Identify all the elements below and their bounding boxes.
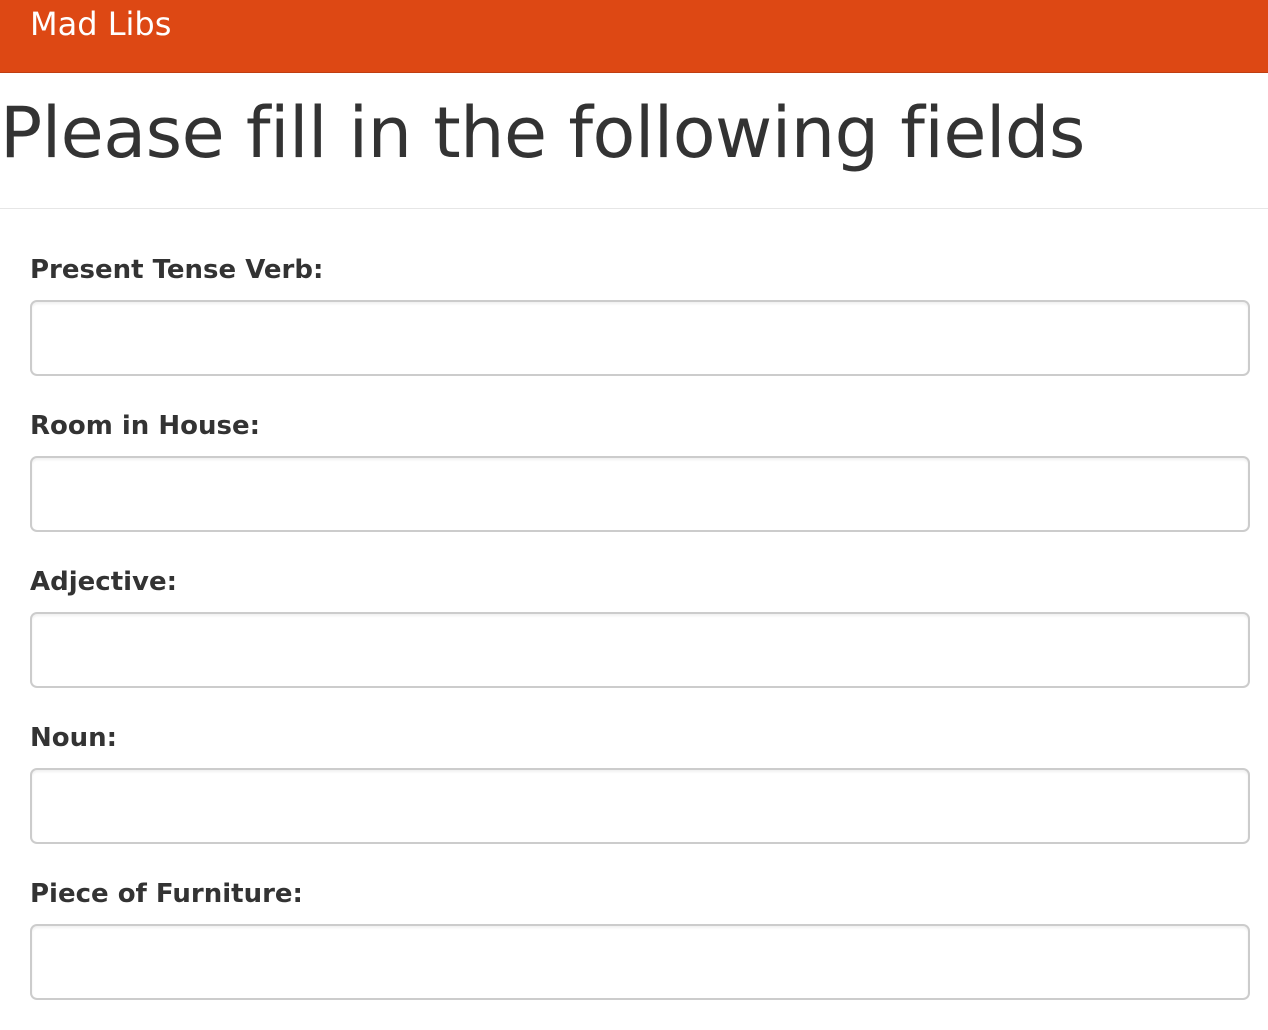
- present-tense-verb-label: Present Tense Verb:: [30, 255, 324, 285]
- noun-input[interactable]: [30, 768, 1250, 844]
- mad-libs-form: Present Tense Verb: Room in House: Adjec…: [30, 250, 1250, 1030]
- piece-of-furniture-label: Piece of Furniture:: [30, 879, 303, 909]
- adjective-input[interactable]: [30, 612, 1250, 688]
- form-group-piece-of-furniture: Piece of Furniture:: [30, 874, 1250, 1030]
- page-title: Please fill in the following fields: [0, 92, 1085, 174]
- room-in-house-label: Room in House:: [30, 411, 261, 441]
- brand-link[interactable]: Mad Libs: [30, 4, 171, 44]
- present-tense-verb-input[interactable]: [30, 300, 1250, 376]
- page-header: Please fill in the following fields: [0, 73, 1268, 209]
- form-group-room-in-house: Room in House:: [30, 406, 1250, 562]
- piece-of-furniture-input[interactable]: [30, 924, 1250, 1000]
- noun-label: Noun:: [30, 723, 118, 753]
- adjective-label: Adjective:: [30, 567, 178, 597]
- navbar: Mad Libs: [0, 0, 1268, 73]
- form-group-adjective: Adjective:: [30, 562, 1250, 718]
- form-group-noun: Noun:: [30, 718, 1250, 874]
- form-group-present-tense-verb: Present Tense Verb:: [30, 250, 1250, 406]
- room-in-house-input[interactable]: [30, 456, 1250, 532]
